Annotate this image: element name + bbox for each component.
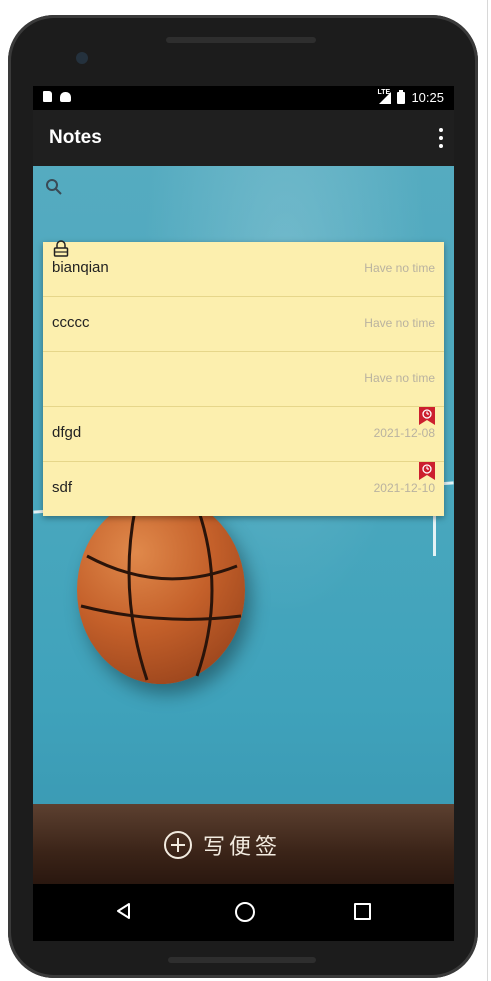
add-circle-icon — [164, 831, 192, 859]
write-note-button[interactable]: 写便签 — [163, 829, 281, 861]
sd-card-icon — [43, 91, 52, 102]
note-title: ccccc — [52, 314, 90, 331]
overflow-menu-icon[interactable] — [438, 128, 444, 148]
notes-list-area: bianqian Have no time ccccc Have no time… — [33, 166, 454, 884]
signal-icon: LTE — [377, 88, 392, 104]
network-type: LTE — [377, 88, 391, 96]
top-speaker — [166, 37, 316, 43]
note-title: dfgd — [52, 424, 82, 441]
note-item[interactable]: ccccc Have no time — [43, 297, 444, 352]
alarm-icon — [419, 407, 435, 425]
note-date: Have no time — [364, 261, 435, 275]
note-item[interactable]: dfgd 2021-12-08 — [43, 407, 444, 462]
alarm-icon — [419, 462, 435, 480]
note-title: bianqian — [52, 259, 109, 276]
screen: LTE 10:25 Notes bianqian Have no time cc… — [33, 86, 454, 941]
ide-divider — [487, 0, 488, 981]
phone-frame: LTE 10:25 Notes bianqian Have no time cc… — [8, 15, 478, 978]
status-bar: LTE 10:25 — [33, 86, 454, 110]
note-item[interactable]: Have no time — [43, 352, 444, 407]
back-icon[interactable] — [115, 902, 131, 920]
note-date: Have no time — [364, 371, 435, 385]
search-icon[interactable] — [45, 178, 63, 196]
lock-icon — [53, 240, 69, 257]
basketball-image — [77, 496, 245, 684]
clock: 10:25 — [411, 90, 444, 105]
android-notification-icon — [60, 92, 71, 102]
note-date: 2021-12-08 — [373, 426, 435, 440]
app-title: Notes — [49, 127, 102, 148]
system-nav-bar — [33, 884, 454, 941]
write-note-label: 写便签 — [203, 835, 282, 860]
note-date: Have no time — [364, 316, 435, 330]
note-item[interactable]: bianqian Have no time — [43, 240, 444, 297]
battery-icon — [397, 89, 406, 104]
note-date: 2021-12-10 — [373, 481, 435, 495]
recent-apps-icon[interactable] — [354, 903, 371, 920]
write-note-bar[interactable]: 写便签 — [33, 804, 454, 884]
note-item[interactable]: sdf 2021-12-10 — [43, 462, 444, 516]
app-bar: Notes — [33, 110, 454, 166]
note-title: sdf — [52, 479, 73, 496]
notes-list: bianqian Have no time ccccc Have no time… — [43, 240, 444, 516]
home-icon[interactable] — [235, 902, 255, 922]
bottom-speaker — [168, 957, 316, 963]
front-camera — [76, 52, 88, 64]
